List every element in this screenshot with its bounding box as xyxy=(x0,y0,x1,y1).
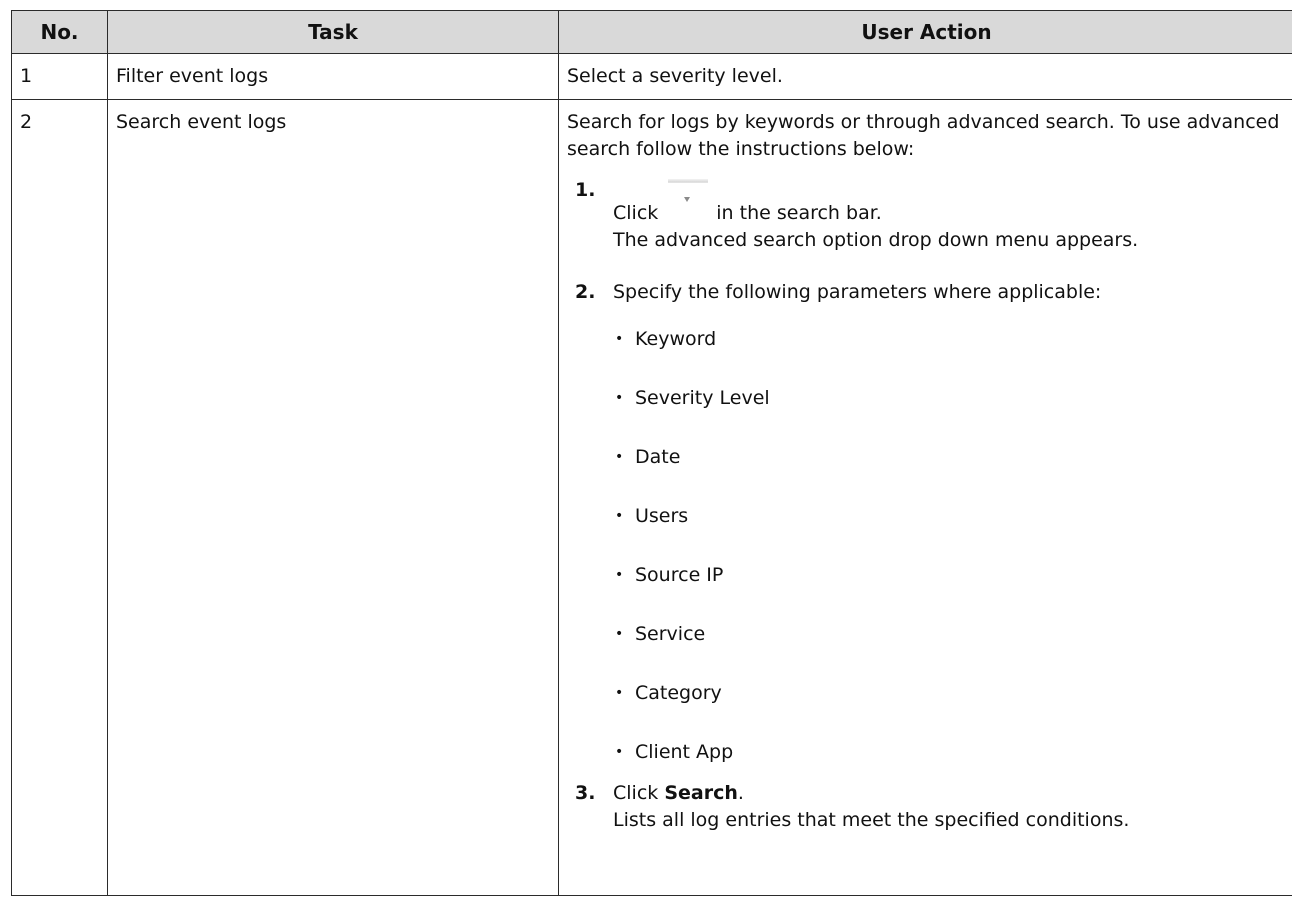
header-user-action: User Action xyxy=(558,10,1292,54)
caret-down-icon xyxy=(684,197,691,202)
step-body: Click Search. Lists all log entries that… xyxy=(613,780,1286,834)
bullet-icon: • xyxy=(615,685,624,701)
search-keyword: Search xyxy=(664,782,738,804)
task-table: No. Task User Action 1 Filter event logs… xyxy=(11,10,1292,896)
parameter-label: Category xyxy=(635,682,722,704)
step-body: Click in the search bar. The advanced sea… xyxy=(613,179,1286,254)
parameter-label: Severity Level xyxy=(635,387,770,409)
list-item: • Client App xyxy=(613,739,1286,766)
bullet-icon: • xyxy=(615,449,624,465)
header-task: Task xyxy=(107,10,559,54)
step-item: 3. Click Search. Lists all log entries t… xyxy=(575,780,1286,834)
list-item: • Severity Level xyxy=(613,385,1286,412)
search-bar-edge xyxy=(668,179,709,183)
bullet-icon: • xyxy=(615,567,624,583)
step-text: in the search bar. xyxy=(716,202,882,224)
list-item: • Users xyxy=(613,503,1286,530)
document-page: No. Task User Action 1 Filter event logs… xyxy=(0,0,1292,897)
parameter-label: Users xyxy=(635,505,689,527)
parameter-label: Service xyxy=(635,623,706,645)
parameter-label: Client App xyxy=(635,741,734,763)
step-number: 1. xyxy=(575,179,596,201)
step-body: Specify the following parameters where a… xyxy=(613,279,1286,766)
row-number: 2 xyxy=(11,99,108,896)
parameter-label: Keyword xyxy=(635,328,717,350)
step-text: Click xyxy=(613,782,659,804)
row-action: Search for logs by keywords or through a… xyxy=(558,99,1292,896)
table-header-row: No. Task User Action xyxy=(11,10,1292,54)
step-result: Lists all log entries that meet the spec… xyxy=(613,809,1130,831)
step-text: . xyxy=(737,782,744,804)
step-text: Click xyxy=(613,202,659,224)
list-item: • Date xyxy=(613,444,1286,471)
bullet-icon: • xyxy=(615,508,624,524)
step-number: 3. xyxy=(575,782,596,804)
list-item: • Source IP xyxy=(613,562,1286,589)
row-task: Search event logs xyxy=(107,99,559,896)
row-task: Filter event logs xyxy=(107,53,559,100)
bullet-icon: • xyxy=(615,390,624,406)
bullet-icon: • xyxy=(615,331,624,347)
parameter-label: Source IP xyxy=(635,564,724,586)
step-item: 1. Click in the search bar. The advanced … xyxy=(575,179,1286,256)
header-no: No. xyxy=(11,10,108,54)
table-row: 2 Search event logs Search for logs by k… xyxy=(11,99,1292,896)
dropdown-arrow-icon xyxy=(668,179,709,227)
list-item: • Service xyxy=(613,621,1286,648)
row-action: Select a severity level. xyxy=(558,53,1292,100)
parameter-label: Date xyxy=(635,446,681,468)
bullet-icon: • xyxy=(615,626,624,642)
step-item: 2. Specify the following parameters wher… xyxy=(575,279,1286,766)
parameter-list: • Keyword • Severity Level • Date • Users • S… xyxy=(613,326,1286,766)
bullet-icon: • xyxy=(615,744,624,760)
table-row: 1 Filter event logs Select a severity le… xyxy=(11,53,1292,100)
action-intro: Search for logs by keywords or through a… xyxy=(567,111,1280,160)
step-text: Specify the following parameters where a… xyxy=(613,281,1102,303)
step-number: 2. xyxy=(575,281,596,303)
row-number: 1 xyxy=(11,53,108,100)
list-item: • Category xyxy=(613,680,1286,707)
list-item: • Keyword xyxy=(613,326,1286,353)
steps-list: 1. Click in the search bar. The advanced … xyxy=(567,179,1286,834)
step-result: The advanced search option drop down men… xyxy=(613,229,1139,251)
